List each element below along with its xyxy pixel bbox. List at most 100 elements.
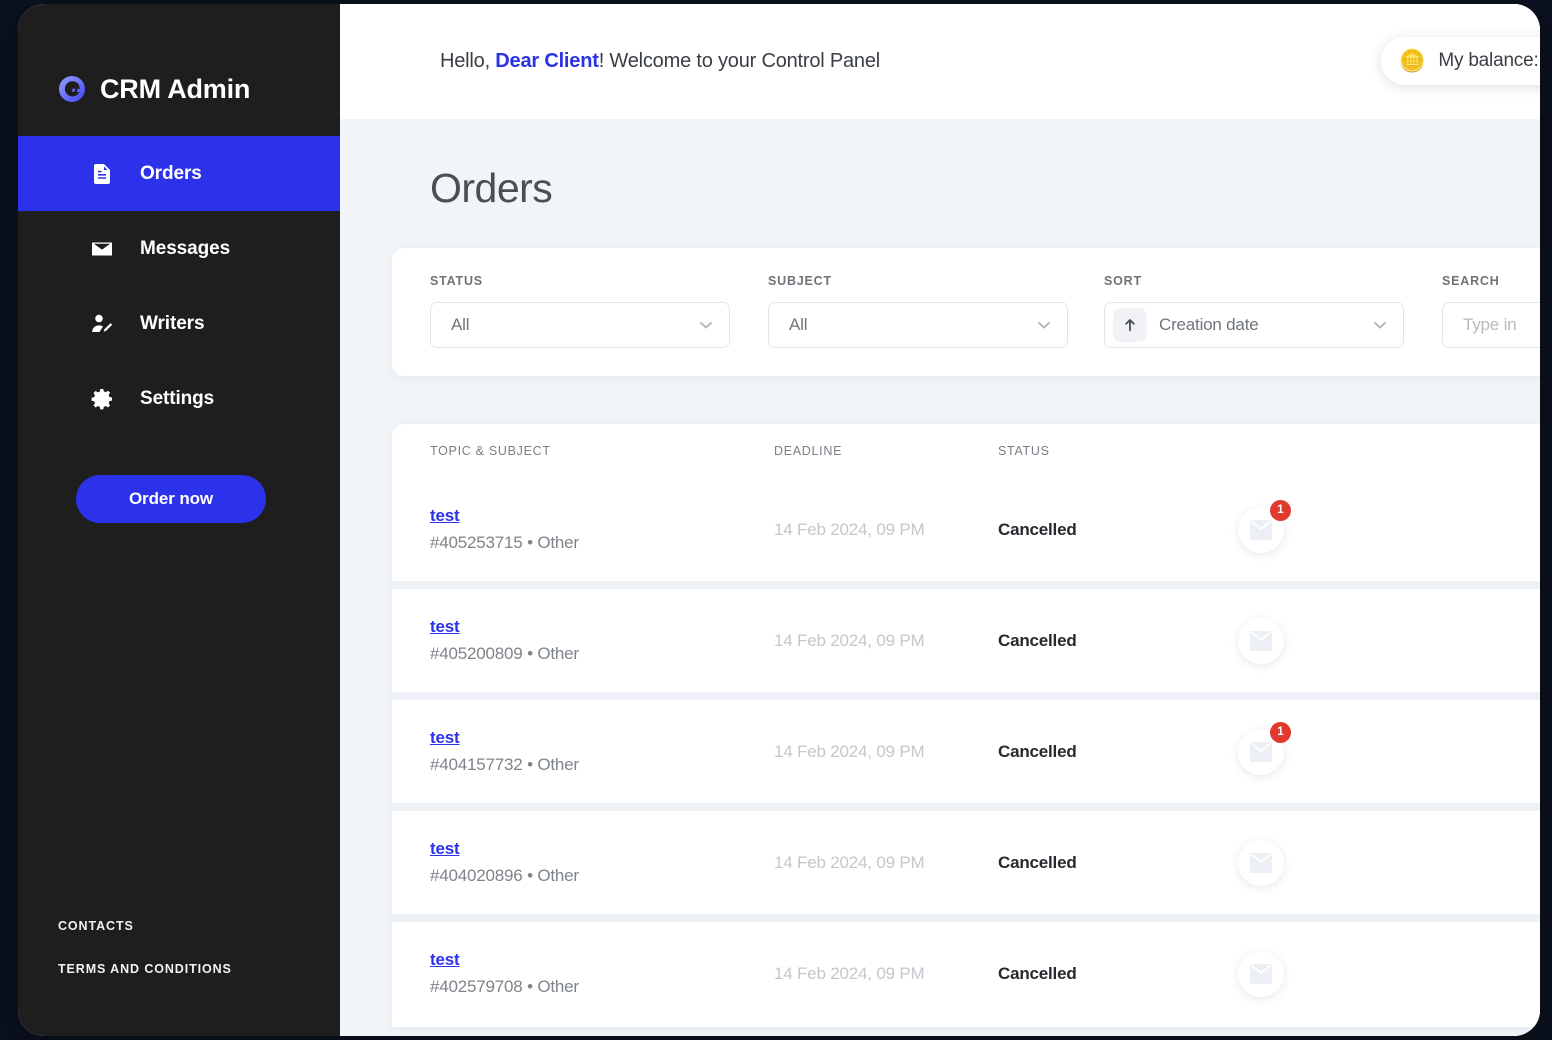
order-id: #405253715 xyxy=(430,533,523,552)
sort-select[interactable]: Creation date xyxy=(1104,302,1404,348)
cell-status: Cancelled xyxy=(998,741,1077,761)
column-header-status: STATUS xyxy=(998,444,1050,458)
cell-messages: 1 xyxy=(1238,499,1358,553)
cell-status: Cancelled xyxy=(998,963,1077,983)
order-meta: #404157732 • Other xyxy=(430,755,579,774)
brand-title: CRM Admin xyxy=(100,73,251,104)
table-row[interactable]: test #404157732 • Other 14 Feb 2024, 09 … xyxy=(392,700,1540,803)
chevron-down-icon xyxy=(1371,316,1389,334)
envelope-icon xyxy=(1249,741,1273,763)
filter-subject-label: SUBJECT xyxy=(768,274,832,288)
cell-status: Cancelled xyxy=(998,852,1077,872)
filter-status: STATUS All xyxy=(392,274,730,348)
table-row[interactable]: test #405253715 • Other 14 Feb 2024, 09 … xyxy=(392,478,1540,581)
cell-messages xyxy=(1238,950,1358,997)
order-now-wrap: Order now xyxy=(18,436,340,523)
envelope-icon xyxy=(90,237,114,261)
envelope-icon xyxy=(1249,630,1273,652)
envelope-icon xyxy=(1249,519,1273,541)
greeting-name: Dear Client xyxy=(495,50,599,72)
brand: CRM Admin xyxy=(18,4,340,130)
cell-deadline: 14 Feb 2024, 09 PM xyxy=(774,963,925,983)
user-edit-icon xyxy=(90,312,114,336)
cell-messages xyxy=(1238,617,1358,664)
table-header-row: TOPIC & SUBJECT DEADLINE STATUS xyxy=(392,424,1540,478)
topbar: Hello, Dear Client! Welcome to your Cont… xyxy=(340,4,1540,119)
cell-topic: test #402579708 • Other xyxy=(430,950,774,997)
main-area: Hello, Dear Client! Welcome to your Cont… xyxy=(340,4,1540,1036)
balance-label: My balance: $ xyxy=(1438,50,1540,71)
status-select-value: All xyxy=(451,315,470,334)
filters-bar: STATUS All SUBJECT All SORT Creation dat… xyxy=(392,248,1540,376)
order-id: #402579708 xyxy=(430,977,523,996)
balance-pill[interactable]: 🪙 My balance: $ xyxy=(1380,37,1540,85)
message-button[interactable]: 1 xyxy=(1238,721,1291,775)
sidebar-item-writers[interactable]: Writers xyxy=(18,286,340,361)
order-subject: Other xyxy=(537,755,579,774)
order-now-button[interactable]: Order now xyxy=(76,475,266,523)
order-subject: Other xyxy=(537,977,579,996)
sort-select-value: Creation date xyxy=(1159,315,1259,334)
app-window: CRM Admin Orders Messages Writers Settin… xyxy=(18,4,1540,1036)
order-topic-link[interactable]: test xyxy=(430,728,460,748)
coin-stack-icon: 🪙 xyxy=(1398,48,1427,73)
search-input-wrap[interactable]: Type in xyxy=(1442,302,1540,348)
order-topic-link[interactable]: test xyxy=(430,839,460,859)
column-header-topic: TOPIC & SUBJECT xyxy=(430,444,551,458)
filter-search: SEARCH Type in xyxy=(1404,274,1540,348)
order-id: #404157732 xyxy=(430,755,523,774)
sidebar-nav: Orders Messages Writers Settings xyxy=(18,136,340,436)
cell-topic: test #404020896 • Other xyxy=(430,839,774,886)
filter-search-label: SEARCH xyxy=(1442,274,1500,288)
orders-table: TOPIC & SUBJECT DEADLINE STATUS test #40… xyxy=(392,424,1540,1027)
cell-deadline: 14 Feb 2024, 09 PM xyxy=(774,741,925,761)
document-icon xyxy=(90,162,114,186)
chevron-down-icon xyxy=(1035,316,1053,334)
table-row[interactable]: test #405200809 • Other 14 Feb 2024, 09 … xyxy=(392,589,1540,692)
message-button[interactable] xyxy=(1238,950,1284,997)
sidebar: CRM Admin Orders Messages Writers Settin… xyxy=(18,4,340,1036)
search-input[interactable]: Type in xyxy=(1463,315,1540,335)
message-button[interactable] xyxy=(1238,617,1284,664)
cell-topic: test #404157732 • Other xyxy=(430,728,774,775)
order-topic-link[interactable]: test xyxy=(430,950,460,970)
sidebar-item-orders[interactable]: Orders xyxy=(18,136,340,211)
cell-deadline: 14 Feb 2024, 09 PM xyxy=(774,852,925,872)
order-meta: #402579708 • Other xyxy=(430,977,579,996)
subject-select[interactable]: All xyxy=(768,302,1068,348)
table-row[interactable]: test #404020896 • Other 14 Feb 2024, 09 … xyxy=(392,811,1540,914)
gear-icon xyxy=(90,387,114,411)
greeting-prefix: Hello, xyxy=(440,50,496,72)
sidebar-item-settings[interactable]: Settings xyxy=(18,361,340,436)
cell-deadline: 14 Feb 2024, 09 PM xyxy=(774,630,925,650)
footer-link-contacts[interactable]: CONTACTS xyxy=(58,919,340,933)
order-meta: #404020896 • Other xyxy=(430,866,579,885)
status-select[interactable]: All xyxy=(430,302,730,348)
sidebar-footer: CONTACTS TERMS AND CONDITIONS xyxy=(18,919,340,1036)
cell-messages xyxy=(1238,839,1358,886)
order-subject: Other xyxy=(537,644,579,663)
chevron-down-icon xyxy=(697,316,715,334)
envelope-icon xyxy=(1249,963,1273,985)
message-button[interactable]: 1 xyxy=(1238,499,1291,553)
order-meta: #405200809 • Other xyxy=(430,644,579,663)
order-topic-link[interactable]: test xyxy=(430,506,460,526)
arrow-up-icon[interactable] xyxy=(1113,308,1147,342)
filter-status-label: STATUS xyxy=(430,274,483,288)
sidebar-item-messages[interactable]: Messages xyxy=(18,211,340,286)
sidebar-item-label: Messages xyxy=(140,237,231,259)
order-id: #404020896 xyxy=(430,866,523,885)
footer-link-terms[interactable]: TERMS AND CONDITIONS xyxy=(58,962,340,976)
order-topic-link[interactable]: test xyxy=(430,617,460,637)
cell-status: Cancelled xyxy=(998,519,1077,539)
table-row[interactable]: test #402579708 • Other 14 Feb 2024, 09 … xyxy=(392,922,1540,1025)
order-subject: Other xyxy=(537,533,579,552)
subject-select-value: All xyxy=(789,315,808,334)
order-meta: #405253715 • Other xyxy=(430,533,579,552)
cell-status: Cancelled xyxy=(998,630,1077,650)
message-button[interactable] xyxy=(1238,839,1284,886)
order-id: #405200809 xyxy=(430,644,523,663)
crm-circle-logo-icon xyxy=(58,75,86,103)
order-subject: Other xyxy=(537,866,579,885)
envelope-icon xyxy=(1249,852,1273,874)
